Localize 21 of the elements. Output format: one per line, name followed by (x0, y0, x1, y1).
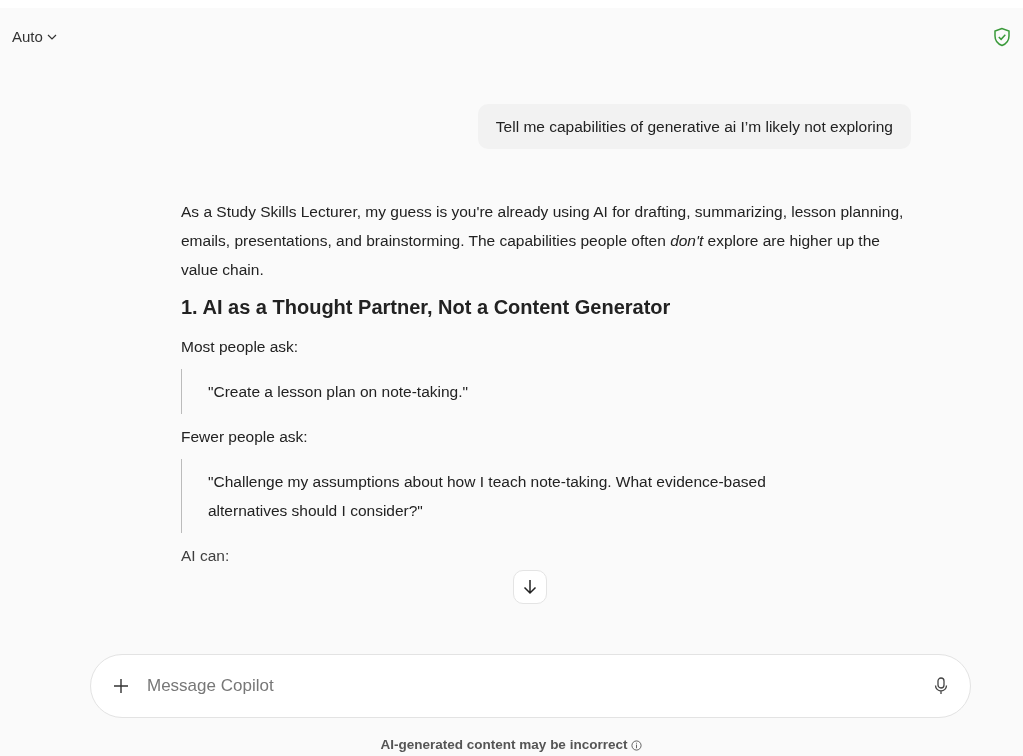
add-button[interactable] (113, 678, 129, 694)
quote-text: "Create a lesson plan on note-taking." (208, 382, 470, 403)
response-paragraph: Fewer people ask: (181, 427, 309, 448)
mode-dropdown[interactable]: Auto (12, 23, 57, 51)
chevron-down-icon (46, 34, 57, 40)
user-message: Tell me capabilities of generative ai I’m likely not exploring (477, 104, 911, 150)
response-paragraph: Most people ask: (181, 337, 300, 358)
message-input[interactable]: Message Copilot (145, 672, 918, 700)
disclaimer-text: AI-generated content may be incorrect (380, 736, 628, 754)
message-field[interactable]: Message Copilot (90, 654, 971, 718)
shield-check-icon[interactable] (993, 27, 1011, 47)
response-paragraph: As a Study Skills Lecturer, my guess is you're already using AI for drafting, summarizing, lesson planning, emails, presentations, and brainstorming. The capabilities people often don't explore are higher up the value chain. (181, 202, 905, 281)
info-icon[interactable] (631, 739, 643, 751)
response-paragraph: AI can: (181, 546, 231, 567)
microphone-icon (934, 677, 948, 695)
arrow-down-icon (523, 579, 537, 595)
scroll-down-button[interactable] (513, 570, 547, 604)
microphone-button[interactable] (934, 677, 948, 695)
plus-icon (113, 678, 129, 694)
section-heading: 1. AI as a Thought Partner, Not a Content Generator (181, 295, 672, 321)
quote-text: "Challenge my assumptions about how I teach note-taking. What evidence-based alternatives should I consider?" (208, 472, 767, 522)
